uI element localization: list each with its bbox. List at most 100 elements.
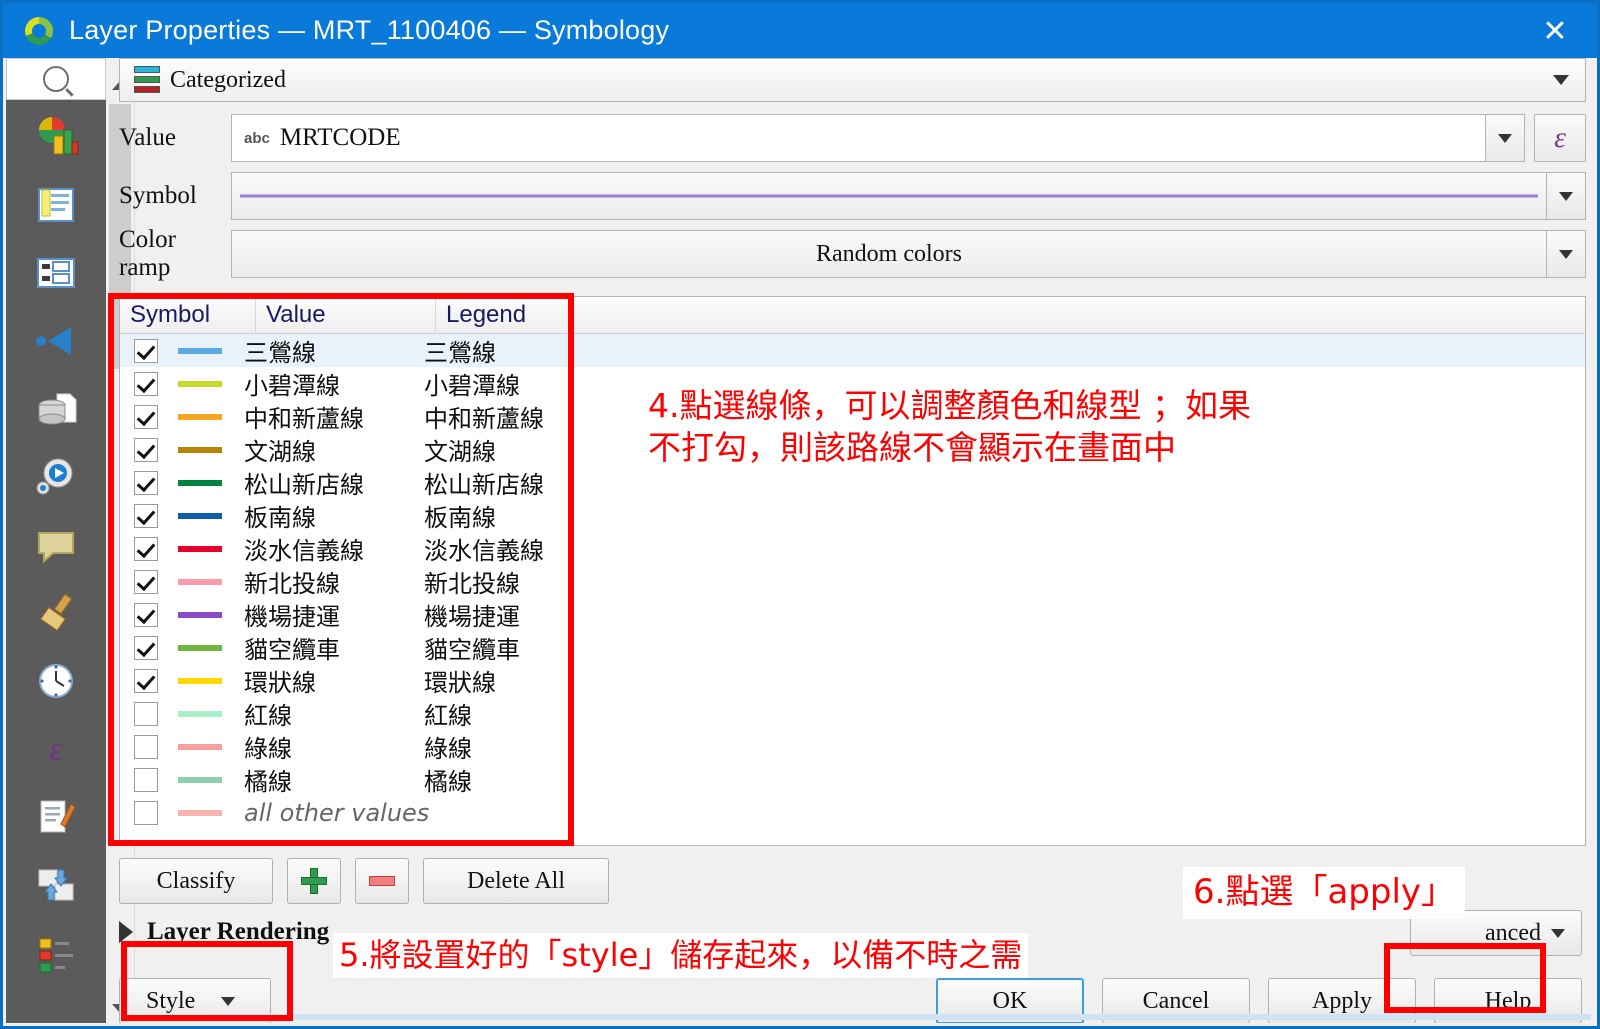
- sidebar-item-rendering[interactable]: [6, 443, 106, 511]
- sidebar-item-3d-view[interactable]: [6, 307, 106, 375]
- delete-all-button[interactable]: Delete All: [423, 858, 609, 904]
- row-checkbox[interactable]: [134, 371, 158, 396]
- symbology-icon: [39, 117, 79, 155]
- row-value: 新北投線: [244, 570, 340, 598]
- symbol-swatch[interactable]: [178, 413, 222, 420]
- table-header: Symbol Value Legend: [120, 297, 1585, 334]
- sidebar-item-labels[interactable]: [6, 171, 106, 239]
- color-ramp-field[interactable]: Random colors: [231, 230, 1547, 278]
- annotation-note-5: 5.將設置好的「style」儲存起來，以備不時之需: [333, 933, 1029, 978]
- layer-rendering-section[interactable]: Layer Rendering: [119, 918, 329, 946]
- sidebar-item-symbology[interactable]: [6, 103, 106, 171]
- symbol-swatch[interactable]: [178, 380, 222, 387]
- row-value: 貓空纜車: [244, 636, 340, 664]
- row-checkbox[interactable]: [134, 734, 158, 759]
- qgis-logo-icon: [25, 16, 53, 45]
- column-header-legend[interactable]: Legend: [436, 297, 586, 333]
- row-checkbox[interactable]: [134, 470, 158, 495]
- clock-icon: [39, 664, 73, 698]
- row-value: 文湖線: [244, 438, 316, 466]
- sidebar-item-dependencies[interactable]: [6, 851, 106, 919]
- table-row[interactable]: 機場捷運 機場捷運: [120, 598, 1585, 631]
- table-row[interactable]: 松山新店線 松山新店線: [120, 466, 1585, 499]
- column-header-symbol[interactable]: Symbol: [120, 297, 256, 333]
- value-field-text: MRTCODE: [279, 124, 401, 151]
- table-row[interactable]: 貓空纜車 貓空纜車: [120, 631, 1585, 664]
- table-row[interactable]: all other values: [120, 796, 1585, 829]
- symbol-swatch[interactable]: [178, 677, 222, 684]
- table-row[interactable]: 淡水信義線 淡水信義線: [120, 532, 1585, 565]
- symbol-swatch[interactable]: [178, 776, 222, 783]
- table-row[interactable]: 綠線 綠線: [120, 730, 1585, 763]
- value-dropdown-button[interactable]: [1485, 114, 1525, 162]
- symbol-swatch[interactable]: [178, 710, 222, 717]
- sidebar-item-masks[interactable]: [6, 239, 106, 307]
- gear-play-icon: [36, 458, 73, 495]
- row-checkbox[interactable]: [134, 800, 158, 825]
- symbol-swatch[interactable]: [178, 611, 222, 618]
- labels-icon: [38, 188, 74, 222]
- symbol-swatch[interactable]: [178, 644, 222, 651]
- sidebar-item-temporal[interactable]: [6, 647, 106, 715]
- row-checkbox[interactable]: [134, 767, 158, 792]
- table-row[interactable]: 三鶯線 三鶯線: [120, 334, 1585, 367]
- sidebar-item-metadata[interactable]: [6, 783, 106, 851]
- sidebar-item-display[interactable]: [6, 511, 106, 579]
- database-source-icon: [38, 393, 77, 425]
- color-ramp-dropdown-button[interactable]: [1546, 230, 1586, 278]
- classify-button[interactable]: Classify: [119, 858, 273, 904]
- row-value: 三鶯線: [244, 339, 316, 367]
- symbol-swatch[interactable]: [178, 545, 222, 552]
- table-row[interactable]: 板南線 板南線: [120, 499, 1585, 532]
- swap-arrows-icon: [38, 869, 74, 901]
- remove-category-button[interactable]: [355, 858, 409, 904]
- value-field[interactable]: abc MRTCODE: [231, 114, 1486, 162]
- table-row[interactable]: 環狀線 環狀線: [120, 664, 1585, 697]
- symbol-swatch[interactable]: [178, 743, 222, 750]
- row-checkbox[interactable]: [134, 668, 158, 693]
- row-value: all other values: [244, 798, 430, 827]
- sidebar-item-legend[interactable]: [6, 919, 106, 987]
- color-ramp-row: Color ramp Random colors: [119, 226, 1586, 281]
- symbol-label: Symbol: [119, 182, 197, 209]
- table-row[interactable]: 新北投線 新北投線: [120, 565, 1585, 598]
- renderer-type-combobox[interactable]: Categorized: [119, 58, 1586, 102]
- row-legend: 貓空纜車: [424, 636, 520, 664]
- add-category-button[interactable]: [287, 858, 341, 904]
- row-checkbox[interactable]: [134, 338, 158, 363]
- symbol-dropdown-button[interactable]: [1546, 172, 1586, 220]
- row-checkbox[interactable]: [134, 701, 158, 726]
- row-checkbox[interactable]: [134, 635, 158, 660]
- sidebar-item-source[interactable]: [6, 375, 106, 443]
- symbol-swatch[interactable]: [178, 347, 222, 354]
- symbology-form: Value abc MRTCODE ε Symbol Color ramp Ra…: [119, 114, 1586, 288]
- row-checkbox[interactable]: [134, 536, 158, 561]
- row-checkbox[interactable]: [134, 503, 158, 528]
- row-checkbox[interactable]: [134, 404, 158, 429]
- sidebar-item-actions[interactable]: [6, 579, 106, 647]
- expression-button[interactable]: ε: [1534, 114, 1586, 162]
- symbol-swatch[interactable]: [178, 578, 222, 585]
- layer-properties-dialog: Layer Properties — MRT_1100406 — Symbolo…: [0, 0, 1600, 1029]
- row-checkbox[interactable]: [134, 437, 158, 462]
- plus-icon: [301, 868, 327, 894]
- column-header-value[interactable]: Value: [256, 297, 436, 333]
- symbol-line-preview: [240, 194, 1538, 198]
- symbol-swatch[interactable]: [178, 512, 222, 519]
- row-legend: 三鶯線: [424, 339, 496, 367]
- search-input[interactable]: [6, 58, 106, 100]
- minus-icon: [369, 876, 395, 886]
- symbol-swatch[interactable]: [178, 479, 222, 486]
- table-row[interactable]: 橘線 橘線: [120, 763, 1585, 796]
- table-row[interactable]: 紅線 紅線: [120, 697, 1585, 730]
- close-icon[interactable]: ✕: [1531, 11, 1579, 51]
- symbol-preview[interactable]: [231, 172, 1547, 220]
- row-value: 板南線: [244, 504, 316, 532]
- symbol-swatch[interactable]: [178, 446, 222, 453]
- document-pencil-icon: [40, 800, 76, 833]
- row-legend: 機場捷運: [424, 603, 520, 631]
- row-checkbox[interactable]: [134, 569, 158, 594]
- sidebar-item-variables[interactable]: ε: [6, 715, 106, 783]
- symbol-swatch[interactable]: [178, 809, 222, 816]
- row-checkbox[interactable]: [134, 602, 158, 627]
